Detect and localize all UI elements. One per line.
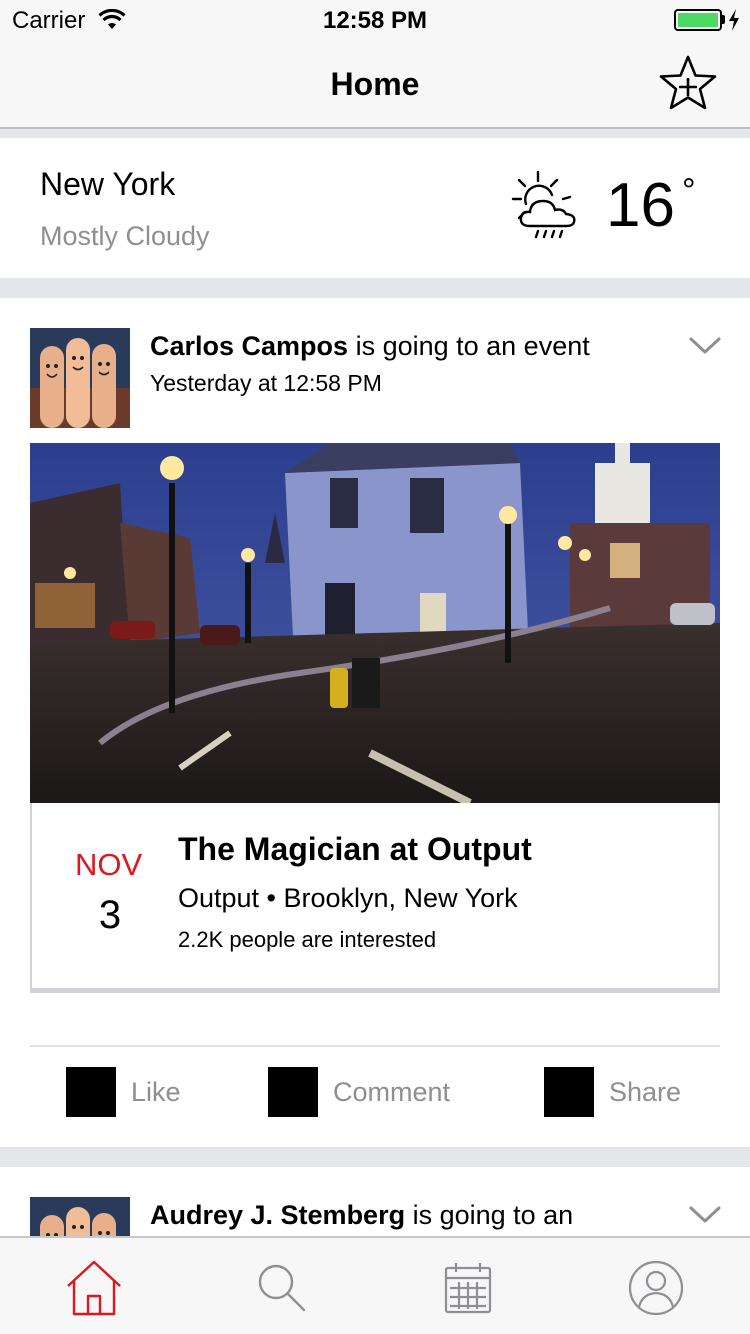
post-header: Audrey J. Stemberg is going to an — [150, 1200, 573, 1231]
feed-card: Carlos Campos is going to an event Yeste… — [0, 298, 750, 1147]
avatar[interactable] — [30, 328, 130, 428]
event-photo[interactable] — [30, 443, 720, 803]
battery-icon — [674, 9, 722, 31]
event-month: NOV — [75, 847, 143, 882]
weather-city: New York — [40, 166, 176, 202]
sun-cloud-rain-icon — [511, 170, 576, 239]
profile-icon[interactable] — [626, 1258, 686, 1318]
share-button[interactable]: Share — [544, 1066, 681, 1118]
chevron-down-icon[interactable] — [688, 1205, 722, 1225]
like-button[interactable]: Like — [66, 1066, 181, 1118]
comment-icon — [268, 1067, 318, 1117]
event-day: 3 — [98, 893, 122, 937]
weather-condition: Mostly Cloudy — [40, 221, 210, 251]
event-venue: Output • Brooklyn, New York — [178, 883, 518, 913]
page-title: Home — [330, 66, 420, 102]
weather-temperature: 16 — [606, 171, 675, 240]
status-time: 12:58 PM — [322, 7, 428, 34]
event-title[interactable]: The Magician at Output — [178, 831, 532, 868]
tab-bar — [0, 1236, 750, 1334]
navigation-bar: Home — [0, 40, 750, 129]
street-night-image — [30, 443, 720, 803]
calendar-icon[interactable] — [438, 1258, 498, 1318]
star-plus-icon[interactable] — [656, 52, 720, 116]
divider — [30, 1045, 720, 1047]
battery-nub — [722, 15, 725, 24]
post-header: Carlos Campos is going to an event — [150, 331, 590, 362]
like-label: Like — [131, 1076, 181, 1107]
charging-bolt-icon — [729, 9, 739, 31]
feed-card: Audrey J. Stemberg is going to an — [0, 1167, 750, 1267]
search-icon[interactable] — [252, 1258, 312, 1318]
post-user-name[interactable]: Audrey J. Stemberg — [150, 1200, 405, 1230]
status-bar: Carrier 12:58 PM — [0, 0, 750, 40]
post-action-text: is going to an — [405, 1200, 574, 1230]
comment-label: Comment — [333, 1076, 451, 1107]
post-timestamp: Yesterday at 12:58 PM — [150, 370, 382, 396]
share-label: Share — [609, 1076, 682, 1107]
post-action-text: is going to an event — [348, 331, 590, 361]
chevron-down-icon[interactable] — [688, 336, 722, 356]
degree-symbol: ° — [682, 172, 696, 210]
home-icon[interactable] — [64, 1258, 124, 1318]
event-interest-count: 2.2K people are interested — [178, 927, 437, 952]
event-details[interactable]: NOV 3 The Magician at Output Output • Br… — [30, 803, 720, 993]
post-user-name[interactable]: Carlos Campos — [150, 331, 348, 361]
avatar-image — [30, 328, 130, 428]
comment-button[interactable]: Comment — [268, 1066, 450, 1118]
like-icon — [66, 1067, 116, 1117]
share-icon — [544, 1067, 594, 1117]
